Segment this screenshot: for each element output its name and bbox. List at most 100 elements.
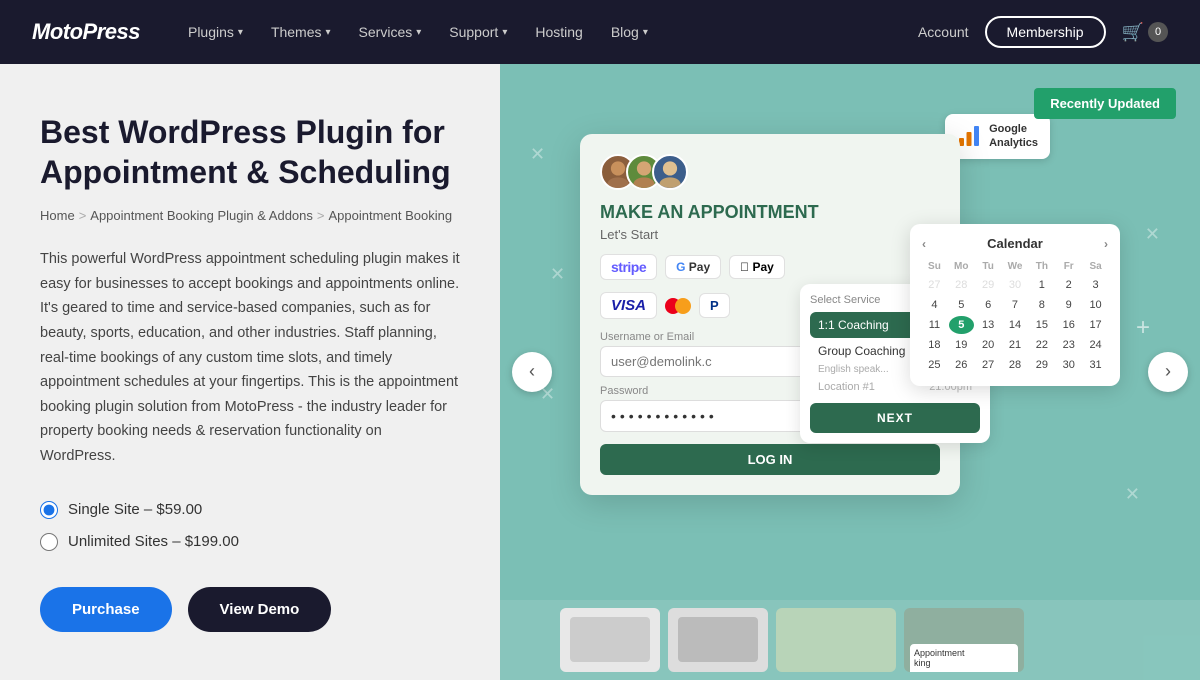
deco-x-4: ✕ <box>1145 224 1160 245</box>
visa-badge: VISA <box>600 292 657 319</box>
cal-day[interactable]: 13 <box>976 316 1001 334</box>
cal-day[interactable]: 6 <box>976 296 1001 314</box>
cal-day[interactable]: 23 <box>1056 336 1081 354</box>
thumbnail-1[interactable] <box>560 608 660 672</box>
breadcrumb-current: Appointment Booking <box>328 208 452 223</box>
nav-item-plugins[interactable]: Plugins ▾ <box>176 16 255 48</box>
nav-item-themes[interactable]: Themes ▾ <box>259 16 343 48</box>
cal-day[interactable]: 21 <box>1003 336 1028 354</box>
chevron-down-icon: ▾ <box>643 27 648 38</box>
paypal-badge: P <box>699 293 730 318</box>
nav-item-blog[interactable]: Blog ▾ <box>599 16 660 48</box>
thumbnail-strip: Appointmentking <box>500 600 1200 680</box>
chevron-down-icon: ▾ <box>502 27 507 38</box>
membership-button[interactable]: Membership <box>985 16 1106 48</box>
cal-day[interactable]: 28 <box>1003 356 1028 374</box>
nav-item-support[interactable]: Support ▾ <box>437 16 519 48</box>
cal-day[interactable]: 30 <box>1056 356 1081 374</box>
cart-icon: 🛒 <box>1122 22 1144 43</box>
cal-day[interactable]: 3 <box>1083 276 1108 294</box>
cal-day[interactable]: 18 <box>922 336 947 354</box>
cal-day[interactable]: 24 <box>1083 336 1108 354</box>
cal-day[interactable]: 26 <box>949 356 974 374</box>
avatar-3 <box>652 154 688 190</box>
cal-day[interactable]: 4 <box>922 296 947 314</box>
chevron-down-icon: ▾ <box>416 27 421 38</box>
cal-day[interactable]: 1 <box>1029 276 1054 294</box>
thumbnail-2[interactable] <box>668 608 768 672</box>
cal-day[interactable]: 29 <box>976 276 1001 294</box>
nav-item-hosting[interactable]: Hosting <box>523 16 594 48</box>
cal-day[interactable]: 31 <box>1083 356 1108 374</box>
cal-day-today[interactable]: 5 <box>949 316 974 334</box>
cal-day[interactable]: 5 <box>949 296 974 314</box>
pricing-radio-single[interactable] <box>40 501 58 519</box>
deco-x-1: ✕ <box>530 144 545 165</box>
ga-icon <box>957 124 981 148</box>
cal-day[interactable]: 7 <box>1003 296 1028 314</box>
cal-day[interactable]: 9 <box>1056 296 1081 314</box>
pricing-options: Single Site – $59.00 Unlimited Sites – $… <box>40 501 460 551</box>
cal-day[interactable]: 14 <box>1003 316 1028 334</box>
cal-day[interactable]: 27 <box>976 356 1001 374</box>
calendar-prev-button[interactable]: ‹ <box>922 237 926 251</box>
ga-badge: GoogleAnalytics <box>945 114 1050 159</box>
pricing-single-site[interactable]: Single Site – $59.00 <box>40 501 460 519</box>
next-button[interactable]: NEXT <box>810 403 980 433</box>
cal-day[interactable]: 2 <box>1056 276 1081 294</box>
cal-day[interactable]: 29 <box>1029 356 1054 374</box>
cart-count: 0 <box>1148 22 1168 42</box>
main-content: Best WordPress Plugin for Appointment & … <box>0 64 1200 680</box>
nav-links: Plugins ▾ Themes ▾ Services ▾ Support ▾ … <box>176 16 918 48</box>
calendar-next-button[interactable]: › <box>1104 237 1108 251</box>
cal-day[interactable]: 25 <box>922 356 947 374</box>
hero-description: This powerful WordPress appointment sche… <box>40 247 460 469</box>
cal-day[interactable]: 11 <box>922 316 947 334</box>
apay-badge:  Pay <box>729 255 785 279</box>
cal-day[interactable]: 27 <box>922 276 947 294</box>
purchase-button[interactable]: Purchase <box>40 587 172 632</box>
right-panel: Recently Updated ‹ › ✕ ✕ ✕ ✕ ✕ + Goog <box>500 64 1200 680</box>
navbar: MotoPress Plugins ▾ Themes ▾ Services ▾ … <box>0 0 1200 64</box>
pricing-unlimited-sites[interactable]: Unlimited Sites – $199.00 <box>40 533 460 551</box>
cal-day[interactable]: 22 <box>1029 336 1054 354</box>
cal-day[interactable]: 30 <box>1003 276 1028 294</box>
cart-button[interactable]: 🛒 0 <box>1122 22 1168 43</box>
appointment-subtitle: Let's Start <box>600 227 940 242</box>
appointment-title: MAKE AN APPOINTMENT <box>600 202 940 223</box>
payment-methods-row: stripe G Pay  Pay <box>600 254 940 280</box>
carousel-prev-button[interactable]: ‹ <box>512 352 552 392</box>
breadcrumb-middle[interactable]: Appointment Booking Plugin & Addons <box>90 208 313 223</box>
calendar-header: ‹ Calendar › <box>922 236 1108 251</box>
carousel-next-button[interactable]: › <box>1148 352 1188 392</box>
login-button[interactable]: LOG IN <box>600 444 940 475</box>
cal-day[interactable]: 16 <box>1056 316 1081 334</box>
cta-buttons: Purchase View Demo <box>40 587 460 632</box>
cal-day[interactable]: 20 <box>976 336 1001 354</box>
cal-day[interactable]: 17 <box>1083 316 1108 334</box>
nav-item-services[interactable]: Services ▾ <box>347 16 434 48</box>
cal-day[interactable]: 8 <box>1029 296 1054 314</box>
thumbnail-4[interactable]: Appointmentking <box>904 608 1024 672</box>
page-title: Best WordPress Plugin for Appointment & … <box>40 112 460 192</box>
thumbnail-3[interactable] <box>776 608 896 672</box>
chevron-down-icon: ▾ <box>326 27 331 38</box>
cal-day[interactable]: 10 <box>1083 296 1108 314</box>
pricing-radio-unlimited[interactable] <box>40 533 58 551</box>
calendar-card: ‹ Calendar › Su Mo Tu We Th Fr Sa 27 28 <box>910 224 1120 386</box>
breadcrumb-sep: > <box>79 208 87 223</box>
view-demo-button[interactable]: View Demo <box>188 587 332 632</box>
mastercard-badge <box>665 298 691 314</box>
nav-right: Account Membership 🛒 0 <box>918 16 1168 48</box>
chevron-down-icon: ▾ <box>238 27 243 38</box>
account-link[interactable]: Account <box>918 24 969 40</box>
stripe-badge: stripe <box>600 254 657 280</box>
breadcrumb-home[interactable]: Home <box>40 208 75 223</box>
gpay-badge: G Pay <box>665 255 721 279</box>
cal-day[interactable]: 15 <box>1029 316 1054 334</box>
cal-day[interactable]: 19 <box>949 336 974 354</box>
cal-day[interactable]: 28 <box>949 276 974 294</box>
widget-area: GoogleAnalytics MAKE AN APPOINTMENT <box>560 104 1140 600</box>
breadcrumb-sep2: > <box>317 208 325 223</box>
site-logo[interactable]: MotoPress <box>32 19 140 45</box>
